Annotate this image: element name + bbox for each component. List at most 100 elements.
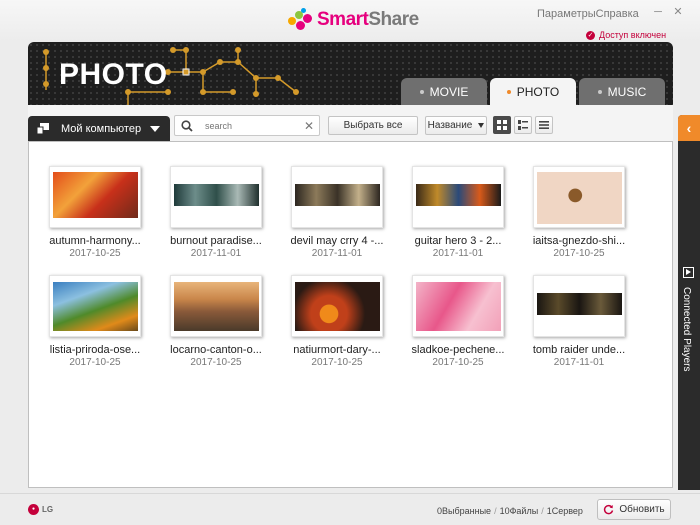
separator: / <box>494 506 497 516</box>
connected-players-label: Connected Players <box>681 287 692 372</box>
caret-down-icon <box>478 123 485 128</box>
still-life-image <box>295 282 380 331</box>
selected-count: 0Выбранные <box>437 506 492 516</box>
tab-dot-icon <box>506 89 511 94</box>
settings-help-links[interactable]: ПараметрыСправка <box>537 8 639 20</box>
photo-item[interactable]: devil may crry 4 -... 2017-11-01 <box>277 166 397 266</box>
toolbar: Мой компьютер ✕ Выбрать все Название <box>28 105 673 141</box>
clear-icon[interactable]: ✕ <box>304 119 314 133</box>
status-counts: 0Выбранные/10Файлы/1Сервер <box>437 506 583 516</box>
photo-thumbnail <box>412 275 504 337</box>
photo-thumbnail <box>291 275 383 337</box>
tab-movie[interactable]: MOVIE <box>401 78 487 105</box>
photo-item[interactable]: sladkoe-pechene... 2017-10-25 <box>398 275 518 375</box>
photo-item[interactable]: guitar hero 3 - 2... 2017-11-01 <box>398 166 518 266</box>
app-name-part1: Smart <box>317 9 369 30</box>
search-input[interactable] <box>205 120 295 131</box>
photo-date: 2017-11-01 <box>553 357 605 368</box>
photo-item[interactable]: natiurmort-dary-... 2017-10-25 <box>277 275 397 375</box>
grid-icon <box>497 120 507 130</box>
photo-date: 2017-11-01 <box>190 248 242 259</box>
photo-thumbnail <box>533 275 625 337</box>
photo-thumbnail <box>170 166 262 228</box>
select-all-button[interactable]: Выбрать все <box>328 116 418 135</box>
tab-label: MUSIC <box>607 84 647 99</box>
lg-logo-icon: ● <box>28 504 39 515</box>
source-label: Мой компьютер <box>61 122 142 135</box>
page-title: PHOTO <box>59 58 168 91</box>
grid-view-button[interactable] <box>493 116 511 134</box>
check-icon: ✓ <box>586 30 595 40</box>
tab-photo[interactable]: PHOTO <box>490 78 576 105</box>
list-view-button[interactable] <box>535 116 553 134</box>
sort-dropdown[interactable]: Название <box>425 116 487 135</box>
connected-players-panel[interactable]: ‹ Connected Players <box>678 115 700 490</box>
tab-label: MOVIE <box>429 84 469 99</box>
tab-label: PHOTO <box>516 84 560 99</box>
photo-thumbnail <box>49 166 141 228</box>
photo-thumbnail <box>412 166 504 228</box>
pastry-image <box>537 172 622 224</box>
app-name: SmartShare <box>317 9 419 31</box>
photo-date: 2017-10-25 <box>69 357 121 368</box>
photo-name: autumn-harmony... <box>49 235 141 247</box>
photo-item[interactable]: burnout paradise... 2017-11-01 <box>156 166 276 266</box>
tab-dot-icon <box>419 89 424 94</box>
detail-view-button[interactable] <box>514 116 532 134</box>
search-box[interactable]: ✕ <box>174 115 320 136</box>
photo-date: 2017-10-25 <box>190 357 242 368</box>
player-icon <box>683 267 694 278</box>
photo-thumbnail <box>49 275 141 337</box>
minimize-icon[interactable]: ─ <box>652 5 664 19</box>
photo-item[interactable]: iaitsa-gnezdo-shi... 2017-10-25 <box>519 166 639 266</box>
status-bar: ● LG 0Выбранные/10Файлы/1Сервер Обновить <box>0 493 700 525</box>
sweets-image <box>416 282 501 331</box>
photo-name: natiurmort-dary-... <box>293 344 381 356</box>
list-icon <box>539 121 549 129</box>
photo-date: 2017-10-25 <box>69 248 121 259</box>
servers-count: 1Сервер <box>546 506 583 516</box>
photo-item[interactable]: tomb raider unde... 2017-11-01 <box>519 275 639 375</box>
autumn-branch-image <box>53 282 138 331</box>
access-status: ✓ Доступ включен <box>586 30 666 40</box>
photo-date: 2017-10-25 <box>311 357 363 368</box>
game-screenshot-image <box>416 184 501 206</box>
close-icon[interactable]: ✕ <box>672 5 684 19</box>
photo-item[interactable]: listia-priroda-ose... 2017-10-25 <box>35 275 155 375</box>
photo-name: iaitsa-gnezdo-shi... <box>532 235 626 247</box>
photo-date: 2017-11-01 <box>432 248 484 259</box>
game-screenshot-image <box>295 184 380 206</box>
refresh-label: Обновить <box>619 504 665 515</box>
refresh-icon <box>604 504 614 515</box>
autumn-leaves-image <box>53 172 138 218</box>
tab-music[interactable]: MUSIC <box>579 78 665 105</box>
photo-item[interactable]: locarno-canton-o... 2017-10-25 <box>156 275 276 375</box>
media-tabs: MOVIE PHOTO MUSIC <box>401 78 665 105</box>
source-dropdown[interactable]: Мой компьютер <box>28 116 170 141</box>
lg-brand: LG <box>42 505 54 514</box>
photo-name: listia-priroda-ose... <box>49 344 141 356</box>
app-name-part2: Share <box>368 9 419 30</box>
sort-label: Название <box>427 120 473 131</box>
game-screenshot-image <box>537 293 622 315</box>
photo-date: 2017-11-01 <box>311 248 363 259</box>
photo-thumbnail <box>533 166 625 228</box>
photo-name: guitar hero 3 - 2... <box>414 235 502 247</box>
detail-list-icon <box>518 120 528 130</box>
refresh-button[interactable]: Обновить <box>597 499 671 520</box>
chevron-down-icon <box>150 125 160 132</box>
photo-date: 2017-10-25 <box>432 357 484 368</box>
chevron-left-icon[interactable]: ‹ <box>678 115 700 141</box>
window-controls: ─ ✕ <box>652 5 684 19</box>
game-screenshot-image <box>174 184 259 206</box>
logo-dots-icon <box>288 8 314 32</box>
photo-thumbnail <box>170 275 262 337</box>
files-count: 10Файлы <box>499 506 539 516</box>
photo-name: locarno-canton-o... <box>170 344 262 356</box>
photo-item[interactable]: autumn-harmony... 2017-10-25 <box>35 166 155 266</box>
photo-name: sladkoe-pechene... <box>411 344 505 356</box>
title-bar: SmartShare ПараметрыСправка ─ ✕ ✓ Доступ… <box>0 0 700 42</box>
smartshare-logo: SmartShare <box>288 8 419 32</box>
computer-icon <box>37 123 49 134</box>
photo-name: tomb raider unde... <box>532 344 626 356</box>
